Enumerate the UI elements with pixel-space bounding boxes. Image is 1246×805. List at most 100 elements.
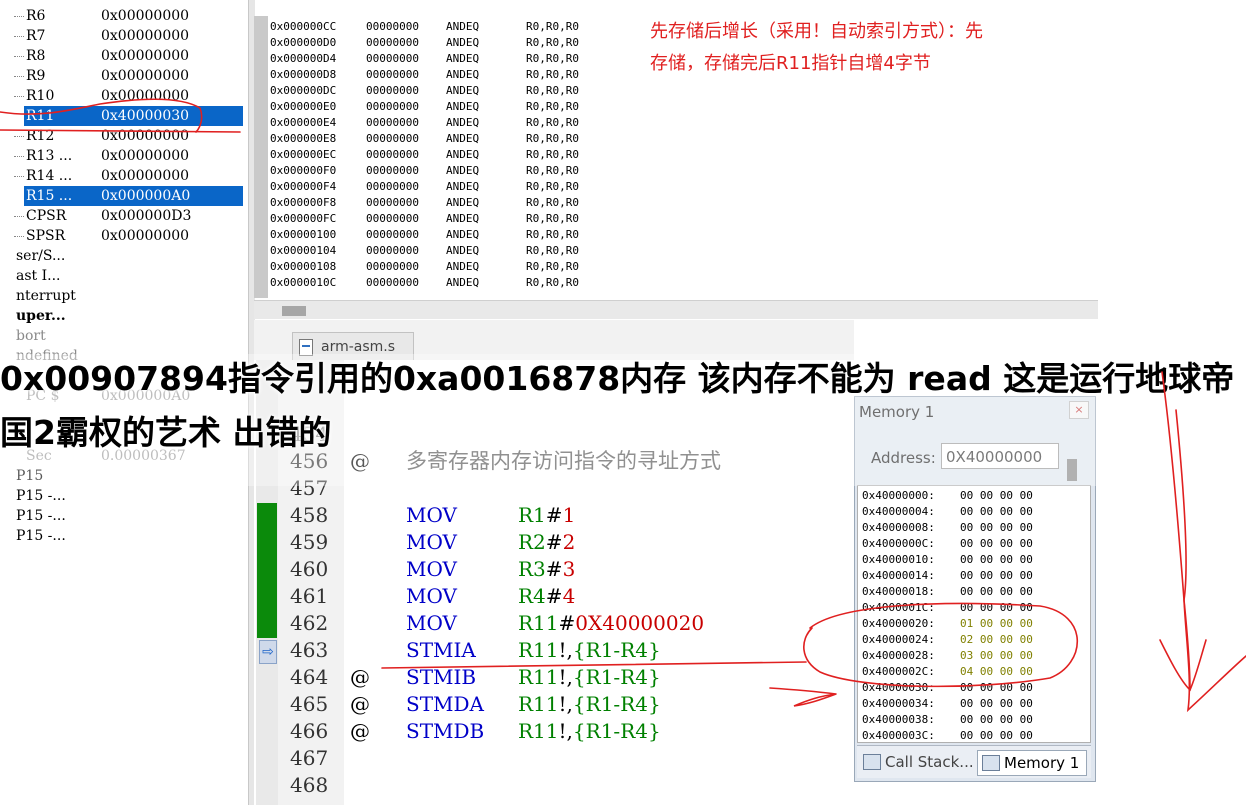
memory-address: 0x4000003C: (862, 729, 935, 742)
memory-row[interactable]: 0x40000000: 00 00 00 00 (862, 488, 1033, 504)
instruction-operands: R11!,{R1-R4} (518, 664, 661, 691)
memory-address: 0x40000038: (862, 713, 935, 726)
comment-marker: @ (350, 665, 370, 689)
operand-value: {R1-R4} (572, 692, 661, 716)
disasm-mnemonic: ANDEQ (446, 84, 480, 97)
mode-row[interactable]: ser/S... (16, 246, 65, 266)
register-row-r7[interactable]: R7 0x00000000 (0, 26, 243, 46)
memory-row[interactable]: 0x40000014: 00 00 00 00 (862, 568, 1033, 584)
memory-row[interactable]: 0x40000008: 00 00 00 00 (862, 520, 1033, 536)
memory-bytes: 00 00 00 00 (960, 697, 1033, 710)
instruction-operands: R2#2 (518, 529, 575, 556)
disasm-mnemonic: ANDEQ (446, 36, 480, 49)
register-row-cpsr[interactable]: CPSR 0x000000D3 (0, 206, 243, 226)
mode-row[interactable]: bort (16, 326, 46, 346)
operand-register: R11 (518, 719, 559, 743)
memory-icon (982, 755, 1000, 771)
register-row-r6[interactable]: R6 0x00000000 (0, 6, 243, 26)
disasm-mnemonic: ANDEQ (446, 212, 480, 225)
memory-row[interactable]: 0x40000034: 00 00 00 00 (862, 696, 1033, 712)
disasm-address: 0x000000CC (270, 20, 337, 33)
disasm-address: 0x000000DC (270, 84, 337, 97)
disasm-address: 0x000000D8 (270, 68, 337, 81)
tree-connector (14, 176, 24, 177)
register-row-r8[interactable]: R8 0x00000000 (0, 46, 243, 66)
disasm-address: 0x000000F4 (270, 180, 337, 193)
memory-bytes: 00 00 00 00 (960, 681, 1033, 694)
mode-row[interactable]: ast I... (16, 266, 61, 286)
register-row-r9[interactable]: R9 0x00000000 (0, 66, 243, 86)
p15-row[interactable]: P15 -... (16, 486, 66, 506)
p15-row[interactable]: P15 -... (16, 506, 66, 526)
register-row-r15[interactable]: R15 ... 0x000000A0 (24, 186, 243, 206)
mode-row[interactable]: uper... (16, 306, 66, 326)
memory-bytes: 00 00 00 00 (960, 505, 1033, 518)
memory-address: 0x40000034: (862, 697, 935, 710)
operand-separator: # (545, 503, 563, 527)
disasm-operands: R0,R0,R0 (526, 196, 579, 209)
memory-address: 0x40000000: (862, 489, 935, 502)
disasm-address: 0x000000F0 (270, 164, 337, 177)
memory-address: 0x40000028: (862, 649, 935, 662)
line-number: 466 (290, 719, 329, 743)
p15-row[interactable]: P15 -... (16, 526, 66, 546)
register-value: 0x00000000 (101, 88, 190, 104)
memory-address: 0x4000001C: (862, 601, 935, 614)
memory-row[interactable]: 0x40000028: 03 00 00 00 (862, 648, 1033, 664)
register-row-r11[interactable]: R11 0x40000030 (24, 106, 243, 126)
register-value: 0x00000000 (101, 48, 190, 64)
instruction-mnemonic: MOV (406, 611, 457, 635)
memory-row[interactable]: 0x40000020: 01 00 00 00 (862, 616, 1033, 632)
disasm-operands: R0,R0,R0 (526, 228, 579, 241)
memory-address: 0x40000014: (862, 569, 935, 582)
instruction-mnemonic: STMDB (406, 719, 485, 743)
memory-row[interactable]: 0x40000038: 00 00 00 00 (862, 712, 1033, 728)
operand-register: R11 (518, 692, 559, 716)
register-name: R7 (26, 28, 46, 44)
disasm-address: 0x0000010C (270, 276, 337, 289)
register-value: 0x00000000 (101, 128, 190, 144)
tab-call-stack[interactable]: Call Stack... (859, 750, 975, 774)
tree-connector (14, 76, 24, 77)
register-row-spsr[interactable]: SPSR 0x00000000 (0, 226, 243, 246)
memory-address: 0x40000020: (862, 617, 935, 630)
memory-dump[interactable]: 0x40000000: 00 00 00 00 0x40000004: 00 00 0… (857, 485, 1091, 743)
memory-row[interactable]: 0x4000001C: 00 00 00 00 (862, 600, 1033, 616)
disasm-opcode: 00000000 (366, 20, 419, 33)
memory-row[interactable]: 0x40000018: 00 00 00 00 (862, 584, 1033, 600)
register-row-r13[interactable]: R13 ... 0x00000000 (0, 146, 243, 166)
register-row-r14[interactable]: R14 ... 0x00000000 (0, 166, 243, 186)
memory-row[interactable]: 0x4000002C: 04 00 00 00 (862, 664, 1033, 680)
tree-connector (14, 216, 24, 217)
memory-bytes: 02 00 00 00 (960, 633, 1033, 646)
register-row-r10[interactable]: R10 0x00000000 (0, 86, 243, 106)
register-value: 0x00000000 (101, 168, 190, 184)
memory-row[interactable]: 0x40000010: 00 00 00 00 (862, 552, 1033, 568)
disasm-opcode: 00000000 (366, 180, 419, 193)
register-row-r12[interactable]: R12 0x00000000 (0, 126, 243, 146)
memory-row[interactable]: 0x4000000C: 00 00 00 00 (862, 536, 1033, 552)
horizontal-scrollbar[interactable] (254, 300, 1098, 319)
disasm-mnemonic: ANDEQ (446, 52, 480, 65)
line-number: 467 (290, 746, 329, 770)
tab-memory-1[interactable]: Memory 1 (977, 750, 1087, 776)
disasm-operands: R0,R0,R0 (526, 36, 579, 49)
disasm-operands: R0,R0,R0 (526, 164, 579, 177)
disassembly-gutter (254, 16, 268, 298)
operand-value: {R1-R4} (572, 638, 661, 662)
memory-row[interactable]: 0x4000003C: 00 00 00 00 (862, 728, 1033, 742)
memory-row[interactable]: 0x40000024: 02 00 00 00 (862, 632, 1033, 648)
disasm-mnemonic: ANDEQ (446, 228, 480, 241)
operand-separator: !, (558, 719, 573, 743)
tree-connector (14, 56, 24, 57)
memory-bytes: 00 00 00 00 (960, 553, 1033, 566)
annotation-line-2: 存储，存储完后R11指针自增4字节 (650, 53, 931, 74)
memory-row[interactable]: 0x40000004: 00 00 00 00 (862, 504, 1033, 520)
memory-row[interactable]: 0x40000030: 00 00 00 00 (862, 680, 1033, 696)
memory-bytes: 00 00 00 00 (960, 489, 1033, 502)
operand-value: 3 (562, 557, 576, 581)
disasm-operands: R0,R0,R0 (526, 260, 579, 273)
disasm-operands: R0,R0,R0 (526, 276, 579, 289)
mode-row[interactable]: nterrupt (16, 286, 76, 306)
scrollbar-thumb[interactable] (282, 306, 306, 316)
